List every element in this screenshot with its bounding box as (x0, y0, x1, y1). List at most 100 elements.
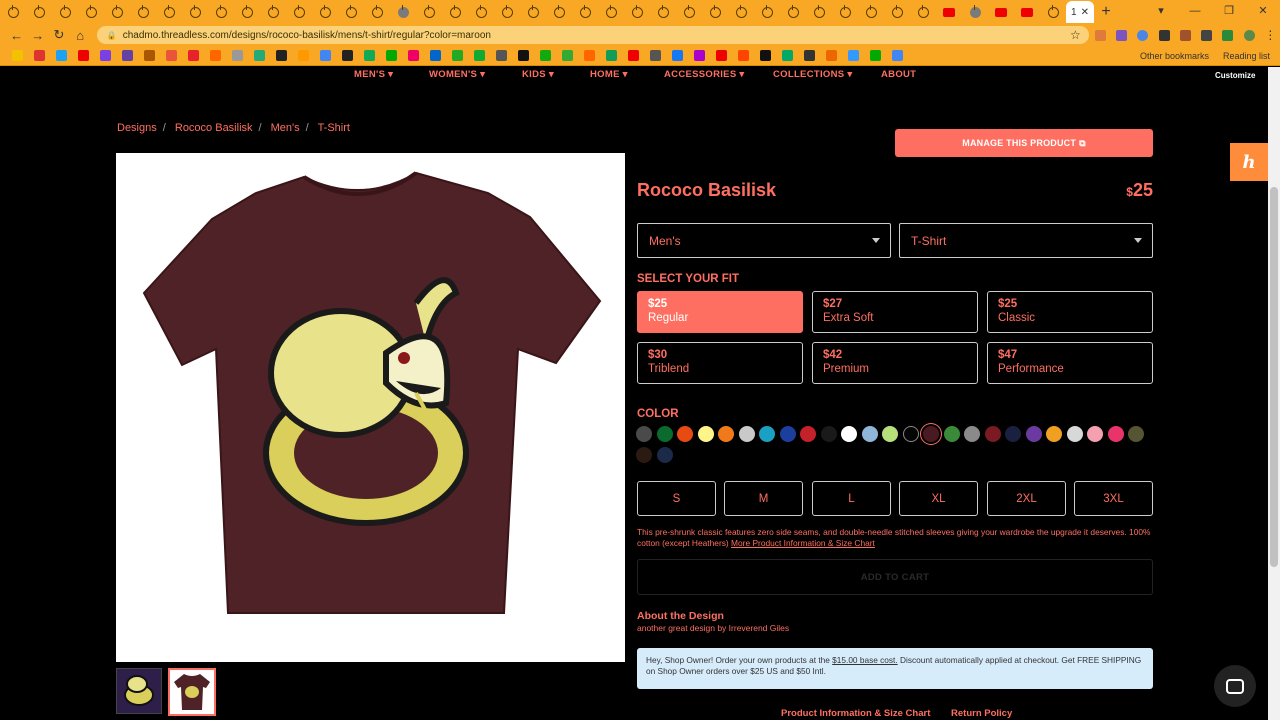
nav-collections[interactable]: COLLECTIONS ▾ (773, 69, 852, 80)
customize-link[interactable]: Customize (1215, 71, 1255, 80)
fit-option-premium[interactable]: $42 Premium (812, 342, 978, 384)
bookmark-icon[interactable] (600, 47, 622, 65)
browser-tab[interactable] (936, 1, 962, 23)
browser-tab[interactable] (26, 1, 52, 23)
bookmark-icon[interactable] (336, 47, 358, 65)
profile-avatar-icon[interactable] (1239, 28, 1258, 42)
size-3xl[interactable]: 3XL (1074, 481, 1153, 516)
browser-tab[interactable] (1014, 1, 1040, 23)
color-swatch[interactable] (1128, 426, 1144, 442)
style-select[interactable]: T-Shirt (899, 223, 1153, 258)
size-xl[interactable]: XL (899, 481, 978, 516)
browser-tab[interactable] (0, 1, 26, 23)
color-swatch[interactable] (820, 426, 837, 442)
fit-option-classic[interactable]: $25 Classic (987, 291, 1153, 333)
color-swatch[interactable] (738, 426, 755, 442)
browser-tab[interactable] (182, 1, 208, 23)
extension-icon[interactable] (1154, 28, 1173, 42)
browser-tab[interactable] (156, 1, 182, 23)
browser-tab[interactable] (286, 1, 312, 23)
browser-tab[interactable] (624, 1, 650, 23)
browser-tab[interactable] (364, 1, 390, 23)
bookmark-icon[interactable] (226, 47, 248, 65)
browser-tab[interactable] (754, 1, 780, 23)
color-swatch[interactable] (677, 426, 693, 442)
bookmark-icon[interactable] (710, 47, 732, 65)
bookmark-icon[interactable] (28, 47, 50, 65)
browser-tab[interactable] (52, 1, 78, 23)
nav-mens[interactable]: MEN'S ▾ (354, 69, 393, 80)
breadcrumb-designs[interactable]: Designs (117, 122, 157, 134)
bookmark-icon[interactable] (402, 47, 424, 65)
color-swatch[interactable] (1066, 426, 1083, 442)
color-swatch[interactable] (923, 426, 939, 442)
chat-launcher-button[interactable] (1214, 665, 1256, 707)
fit-option-extra-soft[interactable]: $27 Extra Soft (812, 291, 978, 333)
size-l[interactable]: L (812, 481, 891, 516)
nav-accessories[interactable]: ACCESSORIES ▾ (664, 69, 744, 80)
puzzle-icon[interactable] (1197, 28, 1216, 42)
bookmark-icon[interactable] (160, 47, 182, 65)
browser-tab[interactable] (494, 1, 520, 23)
bookmark-icon[interactable] (314, 47, 336, 65)
color-swatch[interactable] (1046, 426, 1062, 442)
fit-option-triblend[interactable]: $30 Triblend (637, 342, 803, 384)
honey-extension-icon[interactable]: h (1230, 143, 1268, 181)
reading-list[interactable]: Reading list (1223, 51, 1270, 61)
browser-tab[interactable] (130, 1, 156, 23)
breadcrumb-design[interactable]: Rococo Basilisk (175, 122, 253, 134)
browser-tab[interactable] (1040, 1, 1066, 23)
browser-tab[interactable] (884, 1, 910, 23)
browser-tab[interactable] (962, 1, 988, 23)
bookmark-icon[interactable] (622, 47, 644, 65)
color-swatch[interactable] (759, 426, 775, 442)
bookmark-icon[interactable] (248, 47, 270, 65)
extension-icon[interactable] (1091, 28, 1110, 42)
bookmark-icon[interactable] (776, 47, 798, 65)
browser-tab[interactable] (702, 1, 728, 23)
bookmark-icon[interactable] (732, 47, 754, 65)
other-bookmarks[interactable]: Other bookmarks (1140, 51, 1209, 61)
bookmark-icon[interactable] (358, 47, 380, 65)
bookmark-icon[interactable] (204, 47, 226, 65)
forward-icon[interactable]: → (27, 28, 48, 43)
size-s[interactable]: S (637, 481, 716, 516)
restore-icon[interactable]: ❐ (1212, 0, 1246, 24)
extension-icon[interactable] (1176, 28, 1195, 42)
add-to-cart-button[interactable]: ADD TO CART (637, 559, 1153, 595)
size-2xl[interactable]: 2XL (987, 481, 1066, 516)
color-swatch[interactable] (841, 426, 857, 442)
bookmark-icon[interactable] (380, 47, 402, 65)
size-chart-link[interactable]: More Product Information & Size Chart (731, 538, 875, 548)
browser-tab[interactable] (468, 1, 494, 23)
browser-tab[interactable] (598, 1, 624, 23)
bookmark-icon[interactable] (688, 47, 710, 65)
browser-tab[interactable] (806, 1, 832, 23)
bookmark-icon[interactable] (490, 47, 512, 65)
manage-product-button[interactable]: MANAGE THIS PRODUCT ⧉ (895, 129, 1153, 157)
nav-home[interactable]: HOME ▾ (590, 69, 628, 80)
close-tab-icon[interactable]: ✕ (1081, 7, 1089, 18)
bookmark-icon[interactable] (72, 47, 94, 65)
bookmark-icon[interactable] (578, 47, 600, 65)
breadcrumb-tshirt[interactable]: T-Shirt (318, 122, 350, 134)
bookmark-icon[interactable] (512, 47, 534, 65)
home-icon[interactable]: ⌂ (70, 28, 91, 43)
bookmark-icon[interactable] (820, 47, 842, 65)
bookmark-icon[interactable] (6, 47, 28, 65)
bookmark-icon[interactable] (798, 47, 820, 65)
product-info-link[interactable]: Product Information & Size Chart (781, 708, 930, 719)
browser-tab[interactable] (338, 1, 364, 23)
page-scrollbar[interactable] (1268, 67, 1280, 720)
color-swatch[interactable] (964, 426, 980, 442)
color-swatch[interactable] (656, 426, 673, 442)
bookmark-icon[interactable] (50, 47, 72, 65)
gender-select[interactable]: Men's (637, 223, 891, 258)
bookmark-icon[interactable] (556, 47, 578, 65)
color-swatch[interactable] (718, 426, 734, 442)
url-bar[interactable]: 🔒 chadmo.threadless.com/designs/rococo-b… (96, 26, 1089, 44)
bookmark-star-icon[interactable]: ☆ (1070, 28, 1081, 42)
bookmark-icon[interactable] (864, 47, 886, 65)
color-swatch[interactable] (800, 426, 816, 442)
color-swatch[interactable] (636, 426, 652, 442)
